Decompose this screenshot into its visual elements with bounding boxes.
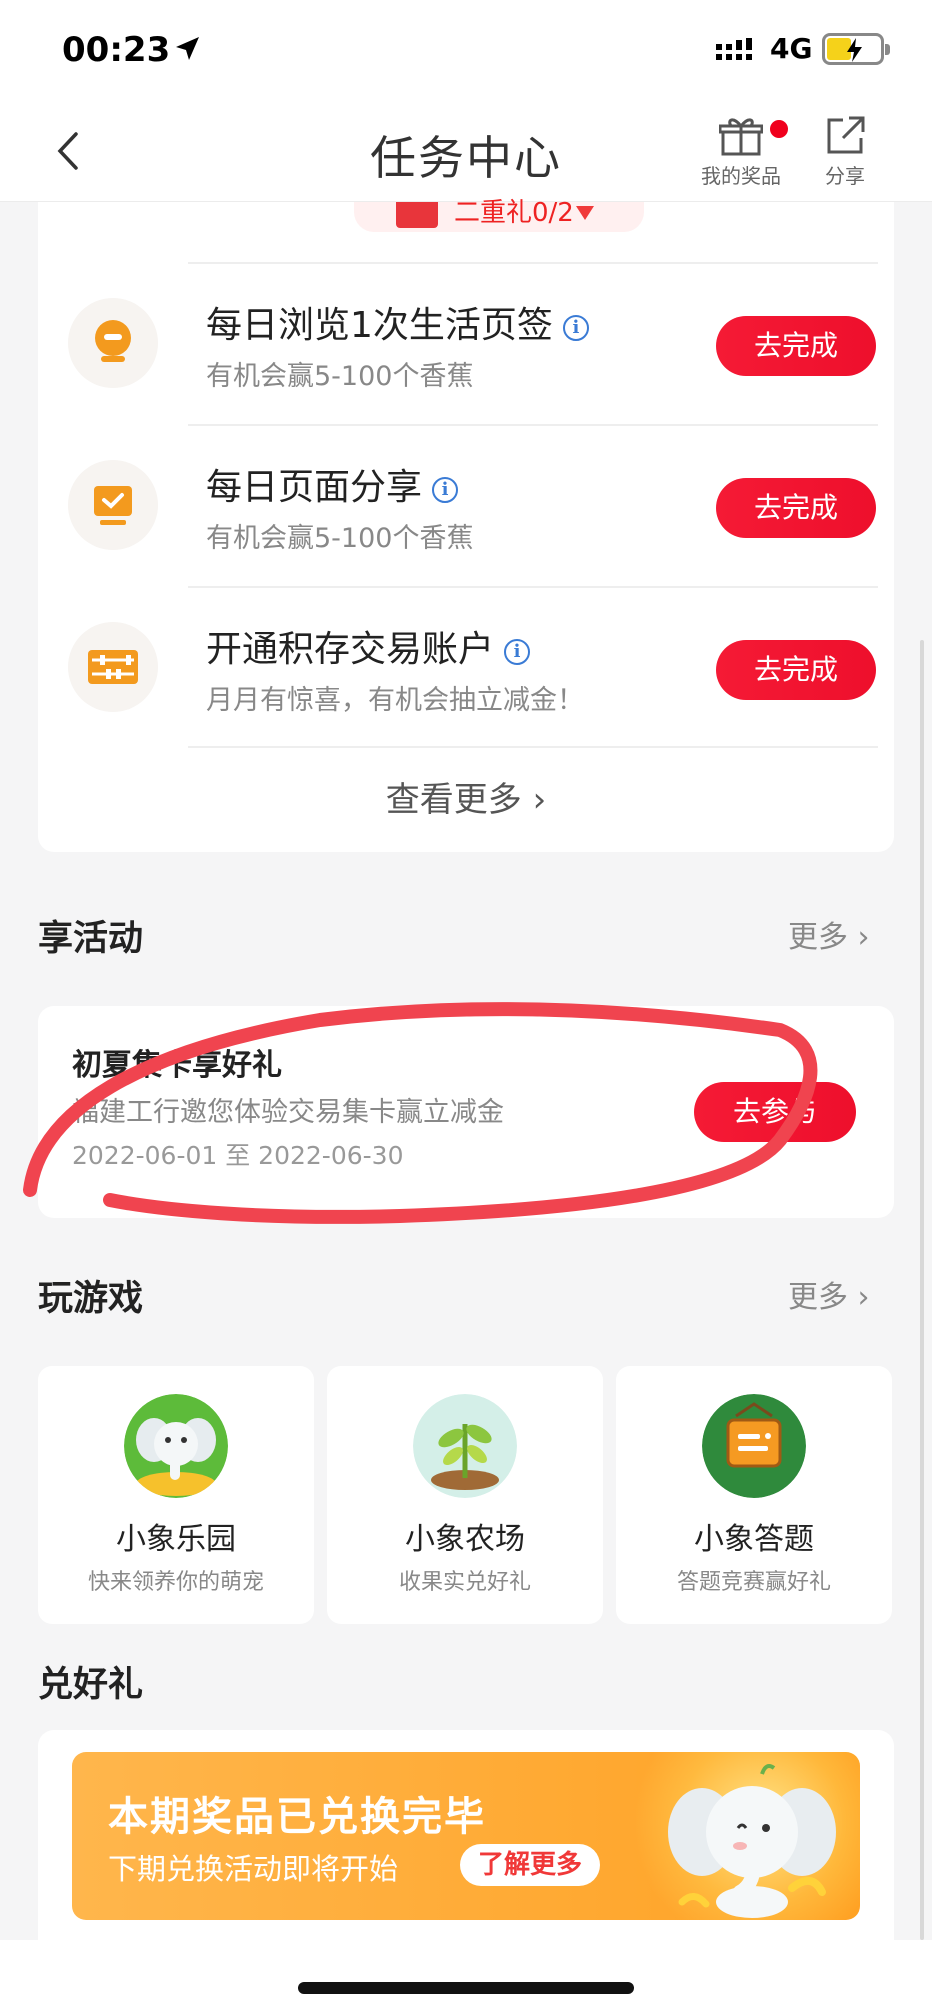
complete-task-button[interactable]: 去完成 [716, 478, 876, 538]
activities-more-link[interactable]: 更多 › [788, 912, 870, 956]
task-title: 每日页面分享 i [206, 458, 459, 510]
game-card-elephant-quiz[interactable]: 小象答题 答题竞赛赢好礼 [616, 1366, 892, 1624]
section-title-activities: 享活动 [38, 919, 144, 959]
clock: 00:23 [62, 30, 171, 70]
task-title: 开通积存交易账户 i [206, 620, 531, 672]
game-title: 小象答题 [694, 1522, 814, 1557]
view-more-label: 查看更多 [385, 780, 522, 820]
elephant-mascot-icon [668, 1764, 836, 1918]
game-card-elephant-park[interactable]: 小象乐园 快来领养你的萌宠 [38, 1366, 314, 1624]
elephant-icon [124, 1394, 228, 1498]
battery-icon [822, 33, 890, 65]
red-gift-icon [396, 202, 438, 228]
task-title-text: 每日浏览1次生活页签 [206, 305, 553, 346]
task-subtitle: 月月有惊喜，有机会抽立减金！ [206, 685, 584, 716]
chevron-right-icon: › [857, 920, 870, 955]
task-subtitle: 有机会赢5-100个香蕉 [206, 523, 474, 554]
banner-title: 本期奖品已兑换完毕 [108, 1794, 486, 1840]
complete-task-button[interactable]: 去完成 [716, 316, 876, 376]
screen-share-icon [68, 460, 158, 550]
task-row: 每日页面分享 i 有机会赢5-100个香蕉 去完成 [38, 426, 894, 586]
nav-header: 任务中心 我的奖品 分享 [0, 100, 932, 202]
chevron-right-icon: › [857, 1280, 870, 1315]
task-row: 每日浏览1次生活页签 i 有机会赢5-100个香蕉 去完成 [38, 264, 894, 424]
my-prizes-label: 我的奖品 [701, 164, 781, 188]
view-more-button[interactable]: 查看更多 › [38, 772, 894, 821]
soybean-plant-icon [413, 1394, 517, 1498]
task-title: 每日浏览1次生活页签 i [206, 296, 589, 348]
info-icon[interactable]: i [562, 315, 589, 341]
scrollbar[interactable] [920, 640, 924, 1940]
task-subtitle: 有机会赢5-100个香蕉 [206, 361, 474, 392]
location-arrow-icon [176, 37, 199, 60]
page-title: 任务中心 [370, 131, 562, 185]
game-subtitle: 快来领养你的萌宠 [87, 1570, 264, 1595]
info-icon[interactable]: i [504, 639, 531, 665]
game-title: 小象乐园 [116, 1522, 236, 1557]
learn-more-button[interactable]: 了解更多 [460, 1844, 601, 1886]
more-label: 更多 [788, 920, 848, 955]
games-more-link[interactable]: 更多 › [788, 1272, 870, 1316]
chevron-right-icon: › [532, 780, 547, 820]
red-annotation-circle [23, 1002, 818, 1224]
section-title-games: 玩游戏 [38, 1279, 144, 1319]
notification-dot [770, 120, 788, 138]
double-gift-progress: 二重礼0/2 [354, 198, 644, 232]
section-title-redeem: 兑好礼 [38, 1665, 144, 1705]
game-card-elephant-farm[interactable]: 小象农场 收果实兑好礼 [327, 1366, 603, 1624]
task-title-text: 每日页面分享 [206, 467, 423, 508]
banner-subtitle: 下期兑换活动即将开始 [108, 1852, 399, 1886]
redeem-banner[interactable]: 本期奖品已兑换完毕 下期兑换活动即将开始 了解更多 [72, 1752, 860, 1920]
game-subtitle: 收果实兑好礼 [398, 1570, 531, 1595]
more-label: 更多 [788, 1280, 848, 1315]
status-bar: 00:23 4G [0, 0, 932, 100]
dropdown-triangle-icon [576, 206, 594, 220]
signal-icon [716, 38, 752, 60]
home-indicator-area [0, 1940, 932, 2016]
game-title: 小象农场 [405, 1522, 525, 1557]
share-button[interactable]: 分享 [800, 114, 890, 189]
share-label: 分享 [825, 164, 865, 188]
home-indicator[interactable] [298, 1982, 634, 1994]
task-title-text: 开通积存交易账户 [206, 629, 495, 670]
double-gift-text: 二重礼0/2 [454, 198, 574, 228]
task-row: 开通积存交易账户 i 月月有惊喜，有机会抽立减金！ 去完成 [38, 588, 894, 748]
quiz-board-icon [702, 1394, 806, 1498]
task-list-card: 二重礼0/2 每日浏览1次生活页签 i 有机会赢5-100个香蕉 去完成 每日页面… [38, 198, 894, 852]
abacus-icon [68, 622, 158, 712]
info-icon[interactable]: i [432, 477, 459, 503]
divider [188, 746, 878, 748]
complete-task-button[interactable]: 去完成 [716, 640, 876, 700]
life-tab-icon [68, 298, 158, 388]
gift-icon [719, 118, 763, 156]
game-subtitle: 答题竞赛赢好礼 [676, 1570, 831, 1595]
share-icon [827, 116, 865, 154]
redeem-card: 本期奖品已兑换完毕 下期兑换活动即将开始 了解更多 [38, 1730, 894, 1940]
network-type: 4G [770, 32, 813, 65]
